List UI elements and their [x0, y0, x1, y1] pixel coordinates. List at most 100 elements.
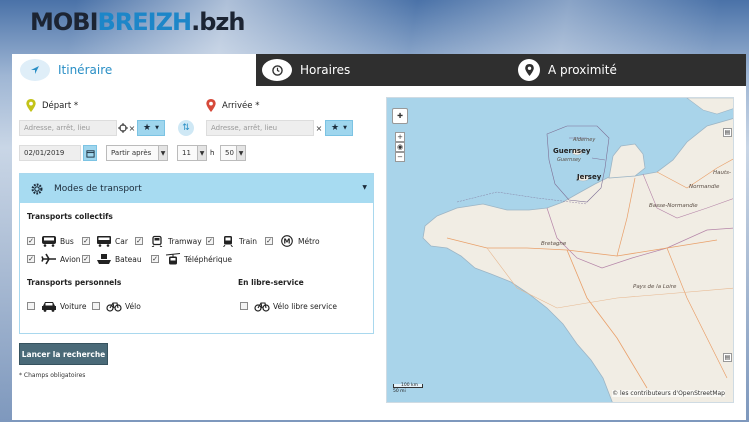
logo-text-bzh: .bzh	[191, 8, 245, 36]
mode-car[interactable]: Car	[82, 235, 128, 247]
depart-clear-icon[interactable]: ×	[128, 120, 136, 136]
transport-modes-header[interactable]: Modes de transport ▼	[20, 174, 373, 203]
zoom-in-button[interactable]: +	[395, 132, 405, 142]
scale-km-label: 100 km	[401, 383, 419, 388]
car-label: Car	[115, 236, 128, 246]
arrivee-clear-icon[interactable]: ×	[314, 120, 324, 136]
mode-tramway[interactable]: Tramway	[135, 235, 202, 247]
chevron-down-icon: ▼	[155, 125, 159, 131]
map-view[interactable]: Alderney Guernsey Guernsey Jersey Hauts-…	[386, 97, 734, 403]
globe-icon[interactable]: ◉	[395, 142, 405, 152]
depart-pin-icon	[26, 99, 36, 112]
velo-label: Vélo	[125, 301, 141, 311]
mode-bateau[interactable]: Bateau	[82, 253, 142, 265]
swap-icon[interactable]: ⇅	[178, 120, 194, 136]
search-button[interactable]: Lancer la recherche	[19, 343, 108, 365]
chevron-down-icon: ▼	[343, 125, 347, 131]
mode-bus[interactable]: Bus	[27, 235, 74, 247]
bike-share-icon	[254, 302, 270, 312]
train-icon	[223, 236, 233, 247]
mode-metro[interactable]: M Métro	[265, 235, 320, 247]
map-label-jersey: Jersey	[577, 173, 602, 181]
mode-train[interactable]: Train	[206, 235, 257, 247]
train-label: Train	[239, 236, 257, 246]
libre-service-title: En libre-service	[238, 278, 304, 287]
metro-label: Métro	[298, 236, 320, 246]
personnels-title: Transports personnels	[27, 278, 122, 287]
chevron-down-icon: ▼	[236, 146, 245, 160]
minute-value: 50	[225, 149, 234, 157]
mode-voiture[interactable]: Voiture	[27, 300, 86, 312]
tramway-label: Tramway	[168, 236, 202, 246]
avion-label: Avion	[60, 254, 81, 264]
bus-icon	[42, 236, 56, 247]
car-checkbox[interactable]	[82, 237, 90, 245]
map-label-basse-normandie: Basse-Normandie	[649, 203, 698, 209]
bus-label: Bus	[60, 236, 74, 246]
metro-checkbox[interactable]	[265, 237, 273, 245]
depart-placeholder: Adresse, arrêt, lieu	[24, 124, 91, 132]
voiture-checkbox[interactable]	[27, 302, 35, 310]
map-label-pays-de-la-loire: Pays de la Loire	[633, 284, 677, 290]
chevron-down-icon: ▼	[158, 146, 167, 160]
arrivee-favorites-button[interactable]: ★ ▼	[325, 120, 353, 136]
velo-checkbox[interactable]	[92, 302, 100, 310]
logo-text-breizh: BREIZH	[97, 8, 193, 36]
scale-mi-label: 50 mi	[393, 389, 406, 394]
time-mode-select[interactable]: Partir après ▼	[106, 145, 168, 161]
transport-modes-title: Modes de transport	[54, 183, 142, 194]
velo-libre-service-checkbox[interactable]	[240, 302, 248, 310]
date-input[interactable]: 02/01/2019	[19, 145, 81, 161]
layers-icon[interactable]: ▤	[723, 353, 732, 362]
arrivee-label: Arrivée *	[206, 99, 259, 112]
zoom-out-button[interactable]: −	[395, 152, 405, 162]
layers-icon[interactable]: ▤	[723, 128, 732, 137]
tab-horaires-label: Horaires	[300, 63, 351, 77]
map-label-normandie: Normandie	[689, 184, 720, 190]
tab-itineraire-label: Itinéraire	[58, 63, 113, 77]
depart-favorites-button[interactable]: ★ ▼	[137, 120, 165, 136]
arrivee-pin-icon	[206, 99, 216, 112]
arrivee-label-text: Arrivée *	[222, 100, 260, 111]
tab-horaires[interactable]: Horaires	[256, 54, 506, 86]
map-label-guernsey: Guernsey	[553, 147, 591, 155]
collectifs-title: Transports collectifs	[27, 212, 113, 221]
arrivee-input[interactable]: Adresse, arrêt, lieu	[206, 120, 314, 136]
map-attribution[interactable]: © les contributeurs d'OpenStreetMap	[612, 390, 725, 397]
mode-avion[interactable]: Avion	[27, 253, 81, 265]
bateau-label: Bateau	[115, 254, 142, 264]
tab-itineraire[interactable]: Itinéraire	[12, 54, 256, 86]
telepherique-label: Téléphérique	[184, 254, 233, 264]
mode-velo[interactable]: Vélo	[92, 300, 141, 312]
bicycle-icon	[106, 302, 122, 312]
avion-checkbox[interactable]	[27, 255, 35, 263]
hour-select[interactable]: 11 ▼	[177, 145, 207, 161]
coach-icon	[97, 236, 111, 247]
logo-text-mobi: MOBI	[30, 8, 99, 36]
metro-icon: M	[281, 235, 293, 247]
tab-a-proximite[interactable]: A proximité	[506, 54, 746, 86]
tramway-checkbox[interactable]	[135, 237, 143, 245]
site-logo[interactable]: MOBI BREIZH .bzh	[30, 6, 245, 36]
star-icon: ★	[143, 123, 152, 133]
train-checkbox[interactable]	[206, 237, 214, 245]
pan-control-icon[interactable]: ✚	[392, 108, 408, 124]
mode-telepherique[interactable]: Téléphérique	[151, 253, 232, 265]
gear-icon	[31, 183, 43, 194]
minute-select[interactable]: 50 ▼	[220, 145, 246, 161]
tab-bar: Itinéraire Horaires A proximité	[12, 54, 746, 86]
mode-velo-libre-service[interactable]: Vélo libre service	[240, 300, 337, 312]
bus-checkbox[interactable]	[27, 237, 35, 245]
date-value: 02/01/2019	[24, 149, 65, 157]
voiture-label: Voiture	[60, 301, 87, 311]
telepherique-checkbox[interactable]	[151, 255, 159, 263]
time-mode-value: Partir après	[111, 149, 152, 157]
map-label-bretagne: Bretagne	[541, 241, 567, 247]
bateau-checkbox[interactable]	[82, 255, 90, 263]
map-canvas[interactable]	[387, 98, 734, 403]
map-label-alderney: Alderney	[573, 137, 596, 143]
depart-input[interactable]: Adresse, arrêt, lieu	[19, 120, 117, 136]
map-scale: 100 km 50 mi	[393, 383, 423, 394]
plane-icon	[41, 253, 56, 265]
calendar-icon[interactable]	[83, 145, 97, 161]
